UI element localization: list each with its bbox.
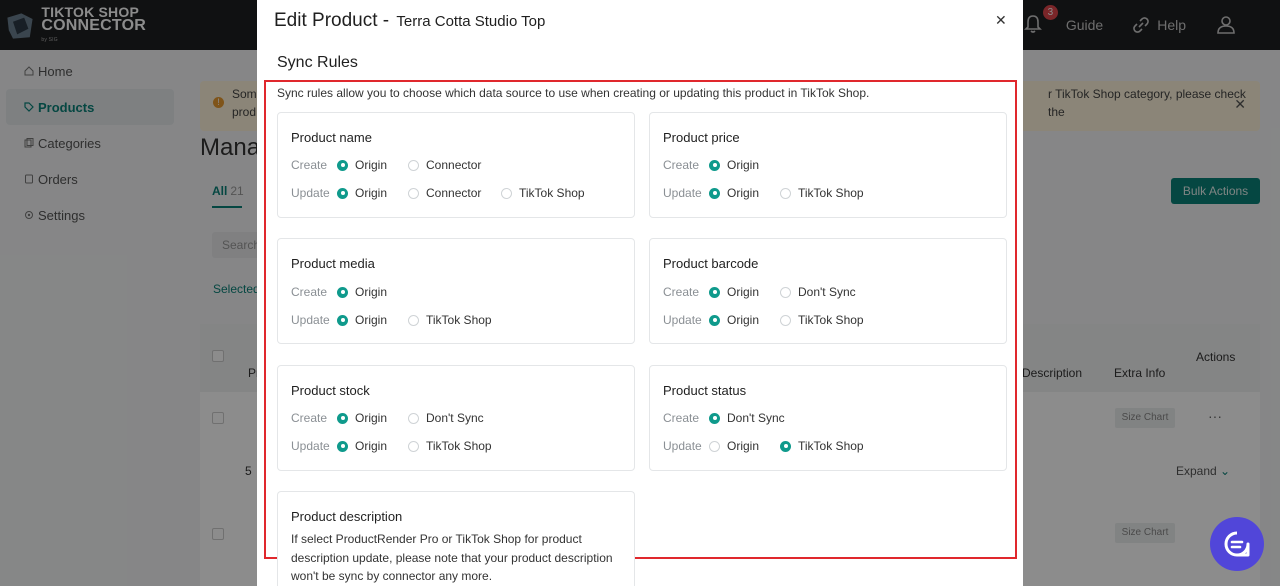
radio-status-create-dont-sync[interactable]: Don't Sync <box>709 411 785 425</box>
modal-title: Edit Product - Terra Cotta Studio Top <box>274 10 546 31</box>
card-product-name: Product name Create Origin Connector Upd… <box>277 112 635 218</box>
close-icon[interactable]: ✕ <box>995 12 1007 29</box>
radio-barcode-update-tiktok[interactable]: TikTok Shop <box>780 313 864 327</box>
card-product-price: Product price Create Origin Update Origi… <box>649 112 1007 218</box>
description-note: If select ProductRender Pro or TikTok Sh… <box>291 532 613 583</box>
radio-name-update-tiktok[interactable]: TikTok Shop <box>501 186 585 200</box>
card-product-description: Product description If select ProductRen… <box>277 491 635 586</box>
radio-price-update-origin[interactable]: Origin <box>709 186 780 200</box>
radio-price-update-tiktok[interactable]: TikTok Shop <box>780 186 864 200</box>
card-product-stock: Product stock Create Origin Don't Sync U… <box>277 365 635 471</box>
card-product-barcode: Product barcode Create Origin Don't Sync… <box>649 238 1007 344</box>
radio-name-create-connector[interactable]: Connector <box>408 158 501 172</box>
radio-name-update-connector[interactable]: Connector <box>408 186 501 200</box>
card-product-media: Product media Create Origin Update Origi… <box>277 238 635 344</box>
radio-barcode-create-origin[interactable]: Origin <box>709 285 780 299</box>
radio-name-create-origin[interactable]: Origin <box>337 158 408 172</box>
radio-price-create-origin[interactable]: Origin <box>709 158 780 172</box>
section-title: Sync Rules <box>277 54 358 71</box>
radio-stock-update-tiktok[interactable]: TikTok Shop <box>408 439 492 453</box>
card-product-status: Product status Create Don't Sync Update … <box>649 365 1007 471</box>
radio-name-update-origin[interactable]: Origin <box>337 186 408 200</box>
radio-stock-create-dont-sync[interactable]: Don't Sync <box>408 411 484 425</box>
chat-icon <box>1224 531 1250 557</box>
radio-media-create-origin[interactable]: Origin <box>337 285 408 299</box>
radio-status-update-tiktok[interactable]: TikTok Shop <box>780 439 864 453</box>
radio-barcode-update-origin[interactable]: Origin <box>709 313 780 327</box>
edit-product-modal: Edit Product - Terra Cotta Studio Top ✕ … <box>257 0 1023 586</box>
product-name: Terra Cotta Studio Top <box>396 13 546 30</box>
sync-rules-intro: Sync rules allow you to choose which dat… <box>277 86 870 100</box>
radio-barcode-create-dont-sync[interactable]: Don't Sync <box>780 285 856 299</box>
radio-stock-create-origin[interactable]: Origin <box>337 411 408 425</box>
radio-status-update-origin[interactable]: Origin <box>709 439 780 453</box>
radio-media-update-origin[interactable]: Origin <box>337 313 408 327</box>
chat-button[interactable] <box>1210 517 1264 571</box>
radio-stock-update-origin[interactable]: Origin <box>337 439 408 453</box>
radio-media-update-tiktok[interactable]: TikTok Shop <box>408 313 492 327</box>
